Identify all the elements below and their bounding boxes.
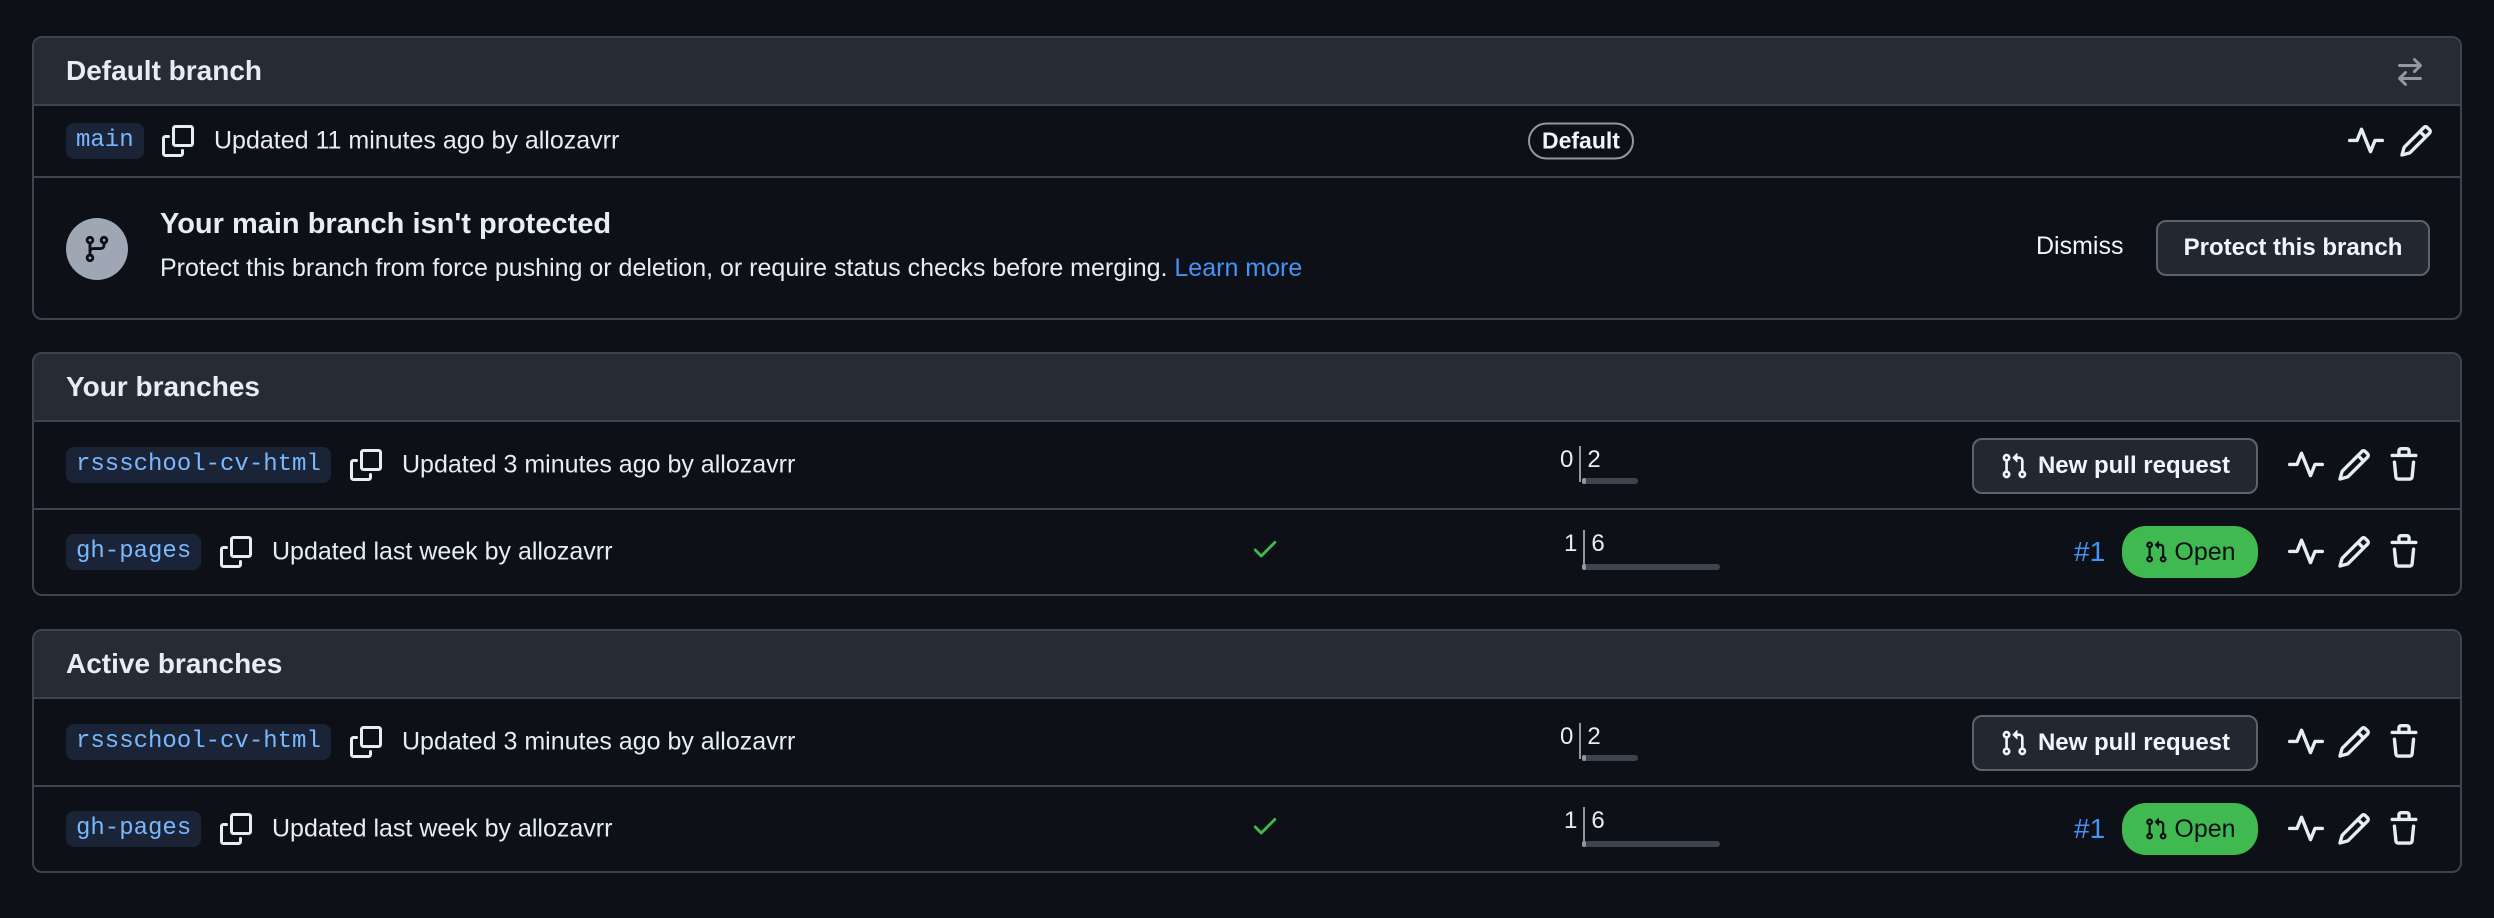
protect-branch-button[interactable]: Protect this branch [2156,220,2430,276]
new-pull-request-label: New pull request [2037,729,2231,756]
copy-icon[interactable] [350,449,382,481]
behind-count: 0 [1560,723,1574,750]
git-pull-request-icon [2146,540,2167,563]
your-branches-box: Your branches rssschool-cv-html Updated … [32,352,2462,596]
ahead-bar-fill [1582,755,1586,761]
learn-more-link[interactable]: Learn more [1174,254,1302,282]
behind-count: 1 [1564,530,1578,557]
dismiss-button[interactable]: Dismiss [2036,232,2124,261]
updated-text: Updated last week by allozavrr [272,814,613,843]
ahead-count: 2 [1587,446,1601,473]
pencil-icon[interactable] [2336,811,2372,847]
branch-row-main: main Updated 11 minutes ago by allozavrr… [34,106,2460,178]
check-icon[interactable] [1250,811,1280,848]
default-badge: Default [1528,122,1634,160]
check-icon[interactable] [1250,534,1280,571]
behind-count: 1 [1564,807,1578,834]
copy-icon[interactable] [220,813,252,845]
ahead-count: 6 [1591,807,1605,834]
updated-text: Updated last week by allozavrr [272,537,613,566]
ahead-bar [1582,841,1720,847]
ahead-bar-fill [1582,564,1586,570]
divider [1579,723,1582,759]
git-pull-request-icon [2146,817,2167,840]
branch-name-link[interactable]: rssschool-cv-html [66,447,331,483]
branch-name-link[interactable]: main [66,123,144,159]
pencil-icon[interactable] [2336,534,2372,570]
behind-count: 0 [1560,446,1574,473]
switch-default-branch-icon[interactable] [2394,56,2426,88]
default-branch-box: Default branch main Updated 11 minutes a… [32,36,2462,320]
ahead-bar-fill [1582,478,1586,484]
default-branch-header: Default branch [34,38,2460,106]
protect-branch-label: Protect this branch [2183,234,2403,261]
protection-notice: Your main branch isn't protected Protect… [34,178,2460,318]
branch-row: rssschool-cv-html Updated 3 minutes ago … [34,422,2460,510]
copy-icon[interactable] [162,125,194,157]
pull-request-open-badge[interactable]: Open [2122,526,2258,578]
section-title: Your branches [66,371,260,402]
pull-request-number-link[interactable]: #1 [2074,536,2105,568]
new-pull-request-button[interactable]: New pull request [1972,715,2258,771]
notice-text: Protect this branch from force pushing o… [160,254,1168,282]
ahead-behind-count: 1 6 [1564,530,1605,566]
pull-request-open-badge[interactable]: Open [2122,803,2258,855]
trash-icon[interactable] [2386,811,2422,847]
ahead-behind-count: 1 6 [1564,807,1605,843]
pencil-icon[interactable] [2336,724,2372,760]
activity-icon[interactable] [2288,724,2324,760]
active-branches-header: Active branches [34,631,2460,699]
ahead-bar [1582,564,1720,570]
pencil-icon[interactable] [2398,123,2434,159]
trash-icon[interactable] [2386,724,2422,760]
ahead-count: 2 [1587,723,1601,750]
ahead-behind-count: 0 2 [1560,446,1601,482]
trash-icon[interactable] [2386,447,2422,483]
ahead-bar-fill [1582,841,1586,847]
activity-icon[interactable] [2348,123,2384,159]
notice-title: Your main branch isn't protected [160,208,612,240]
trash-icon[interactable] [2386,534,2422,570]
notice-text-line: Protect this branch from force pushing o… [160,254,1302,283]
divider [1583,807,1586,843]
active-branches-box: Active branches rssschool-cv-html Update… [32,629,2462,873]
new-pull-request-label: New pull request [2037,452,2231,479]
branch-name-link[interactable]: gh-pages [66,534,202,570]
divider [1583,530,1586,566]
section-title: Default branch [66,55,263,86]
ahead-bar [1582,755,1638,761]
pull-request-number-link[interactable]: #1 [2074,813,2105,845]
branch-row: gh-pages Updated last week by allozavrr … [34,510,2460,594]
new-pull-request-button[interactable]: New pull request [1972,438,2258,494]
activity-icon[interactable] [2288,811,2324,847]
updated-text: Updated 3 minutes ago by allozavrr [402,727,796,756]
copy-icon[interactable] [350,726,382,758]
updated-text: Updated 3 minutes ago by allozavrr [402,450,796,479]
git-pull-request-icon [2002,453,2027,479]
ahead-count: 6 [1591,530,1605,557]
copy-icon[interactable] [220,536,252,568]
your-branches-header: Your branches [34,354,2460,422]
branch-name-link[interactable]: rssschool-cv-html [66,724,331,760]
activity-icon[interactable] [2288,447,2324,483]
pull-request-status: Open [2174,814,2236,843]
ahead-bar [1582,478,1638,484]
pencil-icon[interactable] [2336,447,2372,483]
pull-request-status: Open [2174,537,2236,566]
section-title: Active branches [66,648,283,679]
ahead-behind-count: 0 2 [1560,723,1601,759]
branch-row: gh-pages Updated last week by allozavrr … [34,787,2460,871]
activity-icon[interactable] [2288,534,2324,570]
git-pull-request-icon [2002,730,2027,756]
branch-row: rssschool-cv-html Updated 3 minutes ago … [34,699,2460,787]
divider [1579,446,1582,482]
updated-text: Updated 11 minutes ago by allozavrr [214,126,620,155]
git-branch-icon [66,218,128,280]
branch-name-link[interactable]: gh-pages [66,811,202,847]
